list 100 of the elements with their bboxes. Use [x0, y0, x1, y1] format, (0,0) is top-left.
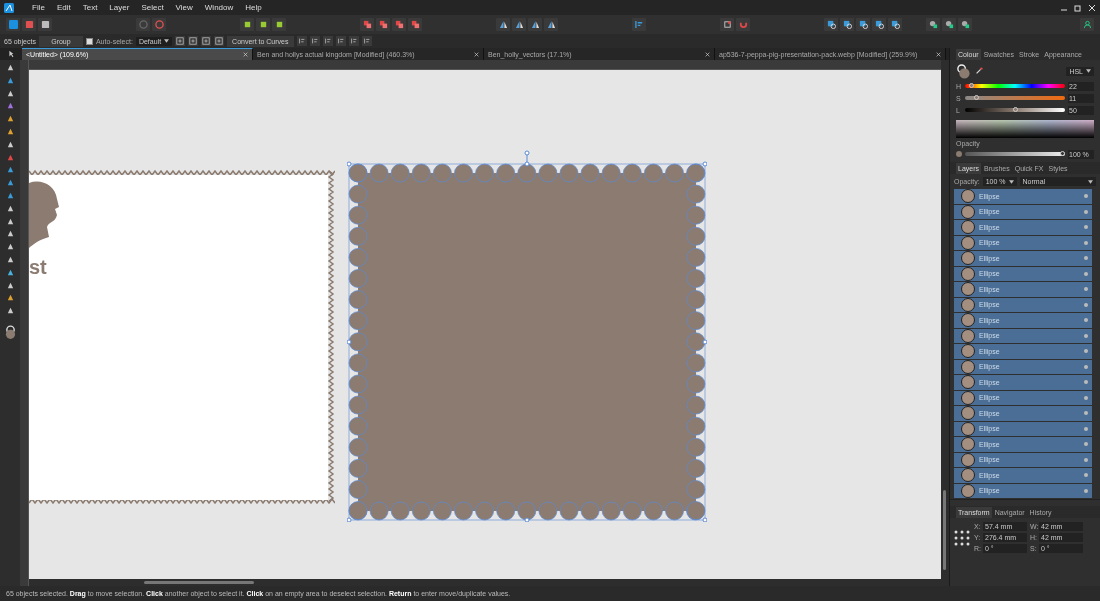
visibility-dot-icon[interactable]: [1084, 442, 1088, 447]
person-icon: [1082, 20, 1092, 29]
scrollbar-thumb[interactable]: [943, 490, 946, 570]
slider-thumb[interactable]: [1012, 106, 1018, 112]
slider-thumb[interactable]: [1060, 150, 1065, 156]
visibility-dot-icon[interactable]: [1084, 225, 1088, 230]
visibility-dot-icon[interactable]: [1084, 240, 1088, 245]
align-icon: [297, 37, 306, 45]
ellipse-thumbnail: [961, 266, 975, 281]
ellipse-thumbnail: [961, 437, 975, 452]
align-button[interactable]: [361, 36, 372, 46]
slider-thumb[interactable]: [973, 94, 979, 100]
crosshair-icon: [176, 37, 185, 45]
close-icon[interactable]: [705, 51, 710, 57]
visibility-dot-icon[interactable]: [1084, 256, 1088, 261]
ellipse-thumbnail: [961, 313, 975, 328]
auto-select-checkbox[interactable]: [85, 37, 93, 45]
slider-thumb[interactable]: [968, 82, 974, 88]
align-icon: [336, 37, 345, 45]
toolbar-button[interactable]: [360, 18, 374, 31]
menu-item[interactable]: Layer: [103, 3, 136, 12]
toolbar-button[interactable]: [392, 18, 406, 31]
visibility-dot-icon[interactable]: [1084, 380, 1088, 385]
boolean-icon: [410, 20, 420, 29]
menu-item[interactable]: Help: [239, 3, 268, 12]
visibility-dot-icon[interactable]: [1084, 271, 1088, 276]
visibility-dot-icon[interactable]: [1084, 457, 1088, 462]
magnet-icon: [738, 20, 748, 29]
scrollbar-thumb[interactable]: [144, 581, 254, 584]
align-button[interactable]: [335, 36, 346, 46]
colour-slider[interactable]: [965, 84, 1065, 88]
toolbar-button[interactable]: [720, 18, 734, 31]
colour-preview-icon: [956, 151, 962, 157]
ellipse-thumbnail: [961, 390, 975, 405]
transform-mode-button[interactable]: [214, 36, 225, 46]
fill-stroke-icon[interactable]: [956, 63, 971, 79]
visibility-dot-icon[interactable]: [1084, 488, 1088, 493]
transform-mode-button[interactable]: [201, 36, 212, 46]
align-icon: [362, 37, 371, 45]
close-icon[interactable]: [1088, 3, 1096, 12]
close-icon[interactable]: [474, 51, 479, 57]
visibility-dot-icon[interactable]: [1084, 395, 1088, 400]
transform-mode-button[interactable]: [188, 36, 199, 46]
caret-icon: [1086, 69, 1091, 73]
designer-persona-button[interactable]: [6, 18, 20, 31]
visibility-dot-icon[interactable]: [1084, 287, 1088, 292]
toolbar-button[interactable]: [632, 18, 646, 31]
colour-swatch-icon[interactable]: [4, 324, 16, 340]
ellipse-thumbnail: [961, 204, 975, 219]
restore-icon[interactable]: [1074, 3, 1082, 12]
anchor-grid-icon[interactable]: [954, 530, 970, 546]
visibility-dot-icon[interactable]: [1084, 349, 1088, 354]
caret-icon: [1088, 179, 1093, 184]
toolbar-button[interactable]: [496, 18, 510, 31]
menu-item[interactable]: View: [169, 3, 199, 12]
colour-spectrum[interactable]: [956, 120, 1094, 138]
align-icon: [310, 37, 319, 45]
menu-item[interactable]: Window: [198, 3, 240, 12]
align-icon: [323, 37, 332, 45]
toolbar-button[interactable]: [736, 18, 750, 31]
menu-item[interactable]: File: [26, 3, 51, 12]
app-logo-icon: [4, 2, 14, 13]
account-button[interactable]: [1080, 18, 1094, 31]
visibility-dot-icon[interactable]: [1084, 209, 1088, 214]
flip-icon: [514, 20, 524, 29]
align-button[interactable]: [348, 36, 359, 46]
menu-item[interactable]: Edit: [50, 3, 77, 12]
visibility-dot-icon[interactable]: [1084, 302, 1088, 307]
visibility-dot-icon[interactable]: [1084, 333, 1088, 338]
align-button[interactable]: [296, 36, 307, 46]
ellipse-thumbnail: [961, 220, 975, 235]
ellipse-thumbnail: [961, 251, 975, 266]
align-button[interactable]: [322, 36, 333, 46]
ellipse-thumbnail: [961, 468, 975, 483]
menu-item[interactable]: Select: [135, 3, 170, 12]
visibility-dot-icon[interactable]: [1084, 411, 1088, 416]
toolbar-button[interactable]: [408, 18, 422, 31]
ellipse-thumbnail: [961, 328, 975, 343]
opacity-slider[interactable]: [965, 152, 1065, 156]
ellipse-thumbnail: [961, 282, 975, 297]
close-icon[interactable]: [936, 51, 941, 57]
visibility-dot-icon[interactable]: [1084, 473, 1088, 478]
visibility-dot-icon[interactable]: [1084, 364, 1088, 369]
ellipse-thumbnail: [961, 235, 975, 250]
persona-icon: [8, 20, 18, 29]
visibility-dot-icon[interactable]: [1084, 318, 1088, 323]
visibility-dot-icon[interactable]: [1084, 194, 1088, 199]
colour-slider[interactable]: [965, 96, 1065, 100]
boolean-icon: [378, 20, 388, 29]
colour-slider[interactable]: [965, 108, 1065, 112]
toolbar-button[interactable]: [376, 18, 390, 31]
align-button[interactable]: [309, 36, 320, 46]
ellipse-thumbnail: [961, 421, 975, 436]
toolbar-button[interactable]: [512, 18, 526, 31]
crosshair-icon: [215, 37, 224, 45]
menu-item[interactable]: Text: [76, 3, 104, 12]
visibility-dot-icon[interactable]: [1084, 426, 1088, 431]
ellipse-thumbnail: [961, 406, 975, 421]
transform-mode-button[interactable]: [175, 36, 186, 46]
ellipse-thumbnail: [961, 375, 975, 390]
